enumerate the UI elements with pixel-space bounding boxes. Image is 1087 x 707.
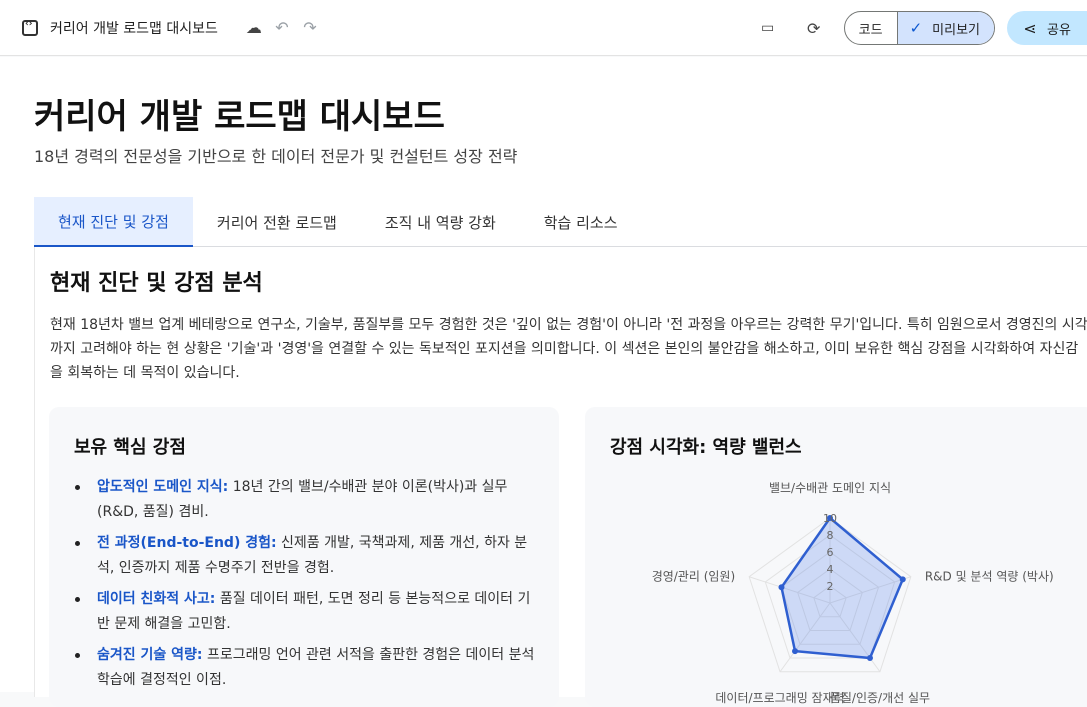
cloud-save-icon[interactable]: ☁ <box>240 14 268 42</box>
strength-label: 데이터 친화적 사고: <box>97 591 216 607</box>
page-subtitle: 18년 경력의 전문성을 기반으로 한 데이터 전문가 및 컨설턴트 성장 전략 <box>34 147 518 166</box>
preview-button[interactable]: ✓ 미리보기 <box>896 12 994 44</box>
radar-point <box>778 584 785 591</box>
strengths-card: 보유 핵심 강점 압도적인 도메인 지식: 18년 간의 밸브/수배관 분야 이… <box>49 407 559 707</box>
list-item: 숨겨진 기술 역량: 프로그래밍 언어 관련 서적을 출판한 경험은 데이터 분… <box>75 643 537 693</box>
section-title: 현재 진단 및 강점 분석 <box>50 271 263 296</box>
radar-point <box>792 648 799 655</box>
tab-bar: 현재 진단 및 강점 커리어 전환 로드맵 조직 내 역량 강화 학습 리소스 <box>34 197 1087 247</box>
radar-tick-label: 6 <box>827 546 834 559</box>
strength-label: 전 과정(End-to-End) 경험: <box>97 535 277 551</box>
tab-learning[interactable]: 학습 리소스 <box>520 197 642 247</box>
tab-diagnosis[interactable]: 현재 진단 및 강점 <box>34 197 193 247</box>
radar-tick-label: 2 <box>827 580 834 593</box>
app-toolbar: 커리어 개발 로드맵 대시보드 ☁ ↶ ↷ ▭ ⟳ 코드 ✓ 미리보기 ⋖ 공유 <box>0 0 1087 56</box>
checkmark-icon: ✓ <box>909 19 923 37</box>
share-icon: ⋖ <box>1023 18 1037 38</box>
tab-roadmap[interactable]: 커리어 전환 로드맵 <box>193 197 361 247</box>
strengths-title: 보유 핵심 강점 <box>74 437 186 458</box>
undo-icon[interactable]: ↶ <box>268 14 296 42</box>
share-button[interactable]: ⋖ 공유 <box>1007 11 1087 45</box>
strength-label: 압도적인 도메인 지식: <box>97 479 229 495</box>
radar-series-area <box>780 516 905 660</box>
redo-icon[interactable]: ↷ <box>296 14 324 42</box>
app-title: 커리어 개발 로드맵 대시보드 <box>50 20 218 37</box>
preview-canvas: 커리어 개발 로드맵 대시보드 18년 경력의 전문성을 기반으로 한 데이터 … <box>0 57 1087 707</box>
code-button[interactable]: 코드 <box>845 12 897 44</box>
refresh-icon[interactable]: ⟳ <box>800 14 828 42</box>
section-description: 현재 18년차 밸브 업계 베테랑으로 연구소, 기술부, 품질부를 모두 경험… <box>50 317 1087 381</box>
radar-card: 강점 시각화: 역량 밸런스 2 4 6 8 10 밸브/수배관 도메인 지식 R&D 및 … <box>585 407 1087 707</box>
code-preview-toggle: 코드 ✓ 미리보기 <box>843 11 995 45</box>
page-title: 커리어 개발 로드맵 대시보드 <box>34 97 445 137</box>
radar-axis-label: 품질/인증/개선 실무 <box>830 691 930 705</box>
diagnosis-section: 현재 진단 및 강점 분석 현재 18년차 밸브 업계 베테랑으로 연구소, 기… <box>34 247 1087 707</box>
list-item: 데이터 친화적 사고: 품질 데이터 패턴, 도면 정리 등 본능적으로 데이터… <box>75 587 537 637</box>
strengths-list: 압도적인 도메인 지식: 18년 간의 밸브/수배관 분야 이론(박사)과 실무… <box>75 475 537 699</box>
preview-label: 미리보기 <box>932 22 980 38</box>
radar-chart: 2 4 6 8 10 밸브/수배관 도메인 지식 R&D 및 분석 역량 (박사) 품질/인증… <box>652 481 1054 705</box>
radar-axis-label: 밸브/수배관 도메인 지식 <box>769 481 891 495</box>
tab-org-capability[interactable]: 조직 내 역량 강화 <box>361 197 520 247</box>
strength-label: 숨겨진 기술 역량: <box>97 647 203 663</box>
radar-axis-label: 데이터/프로그래밍 잠재력 <box>715 691 844 705</box>
radar-point <box>866 655 873 662</box>
share-label: 공유 <box>1047 22 1071 38</box>
code-document-icon <box>22 19 38 36</box>
radar-point <box>899 576 906 583</box>
radar-tick-label: 10 <box>823 512 837 525</box>
radar-tick-label: 8 <box>827 529 834 542</box>
radar-axis-label: 경영/관리 (임원) <box>652 570 735 584</box>
radar-tick-label: 4 <box>827 563 834 576</box>
terminal-icon[interactable]: ▭ <box>754 14 782 42</box>
radar-axis-label: R&D 및 분석 역량 (박사) <box>925 570 1054 584</box>
list-item: 전 과정(End-to-End) 경험: 신제품 개발, 국책과제, 제품 개선… <box>75 531 537 581</box>
list-item: 압도적인 도메인 지식: 18년 간의 밸브/수배관 분야 이론(박사)과 실무… <box>75 475 537 525</box>
